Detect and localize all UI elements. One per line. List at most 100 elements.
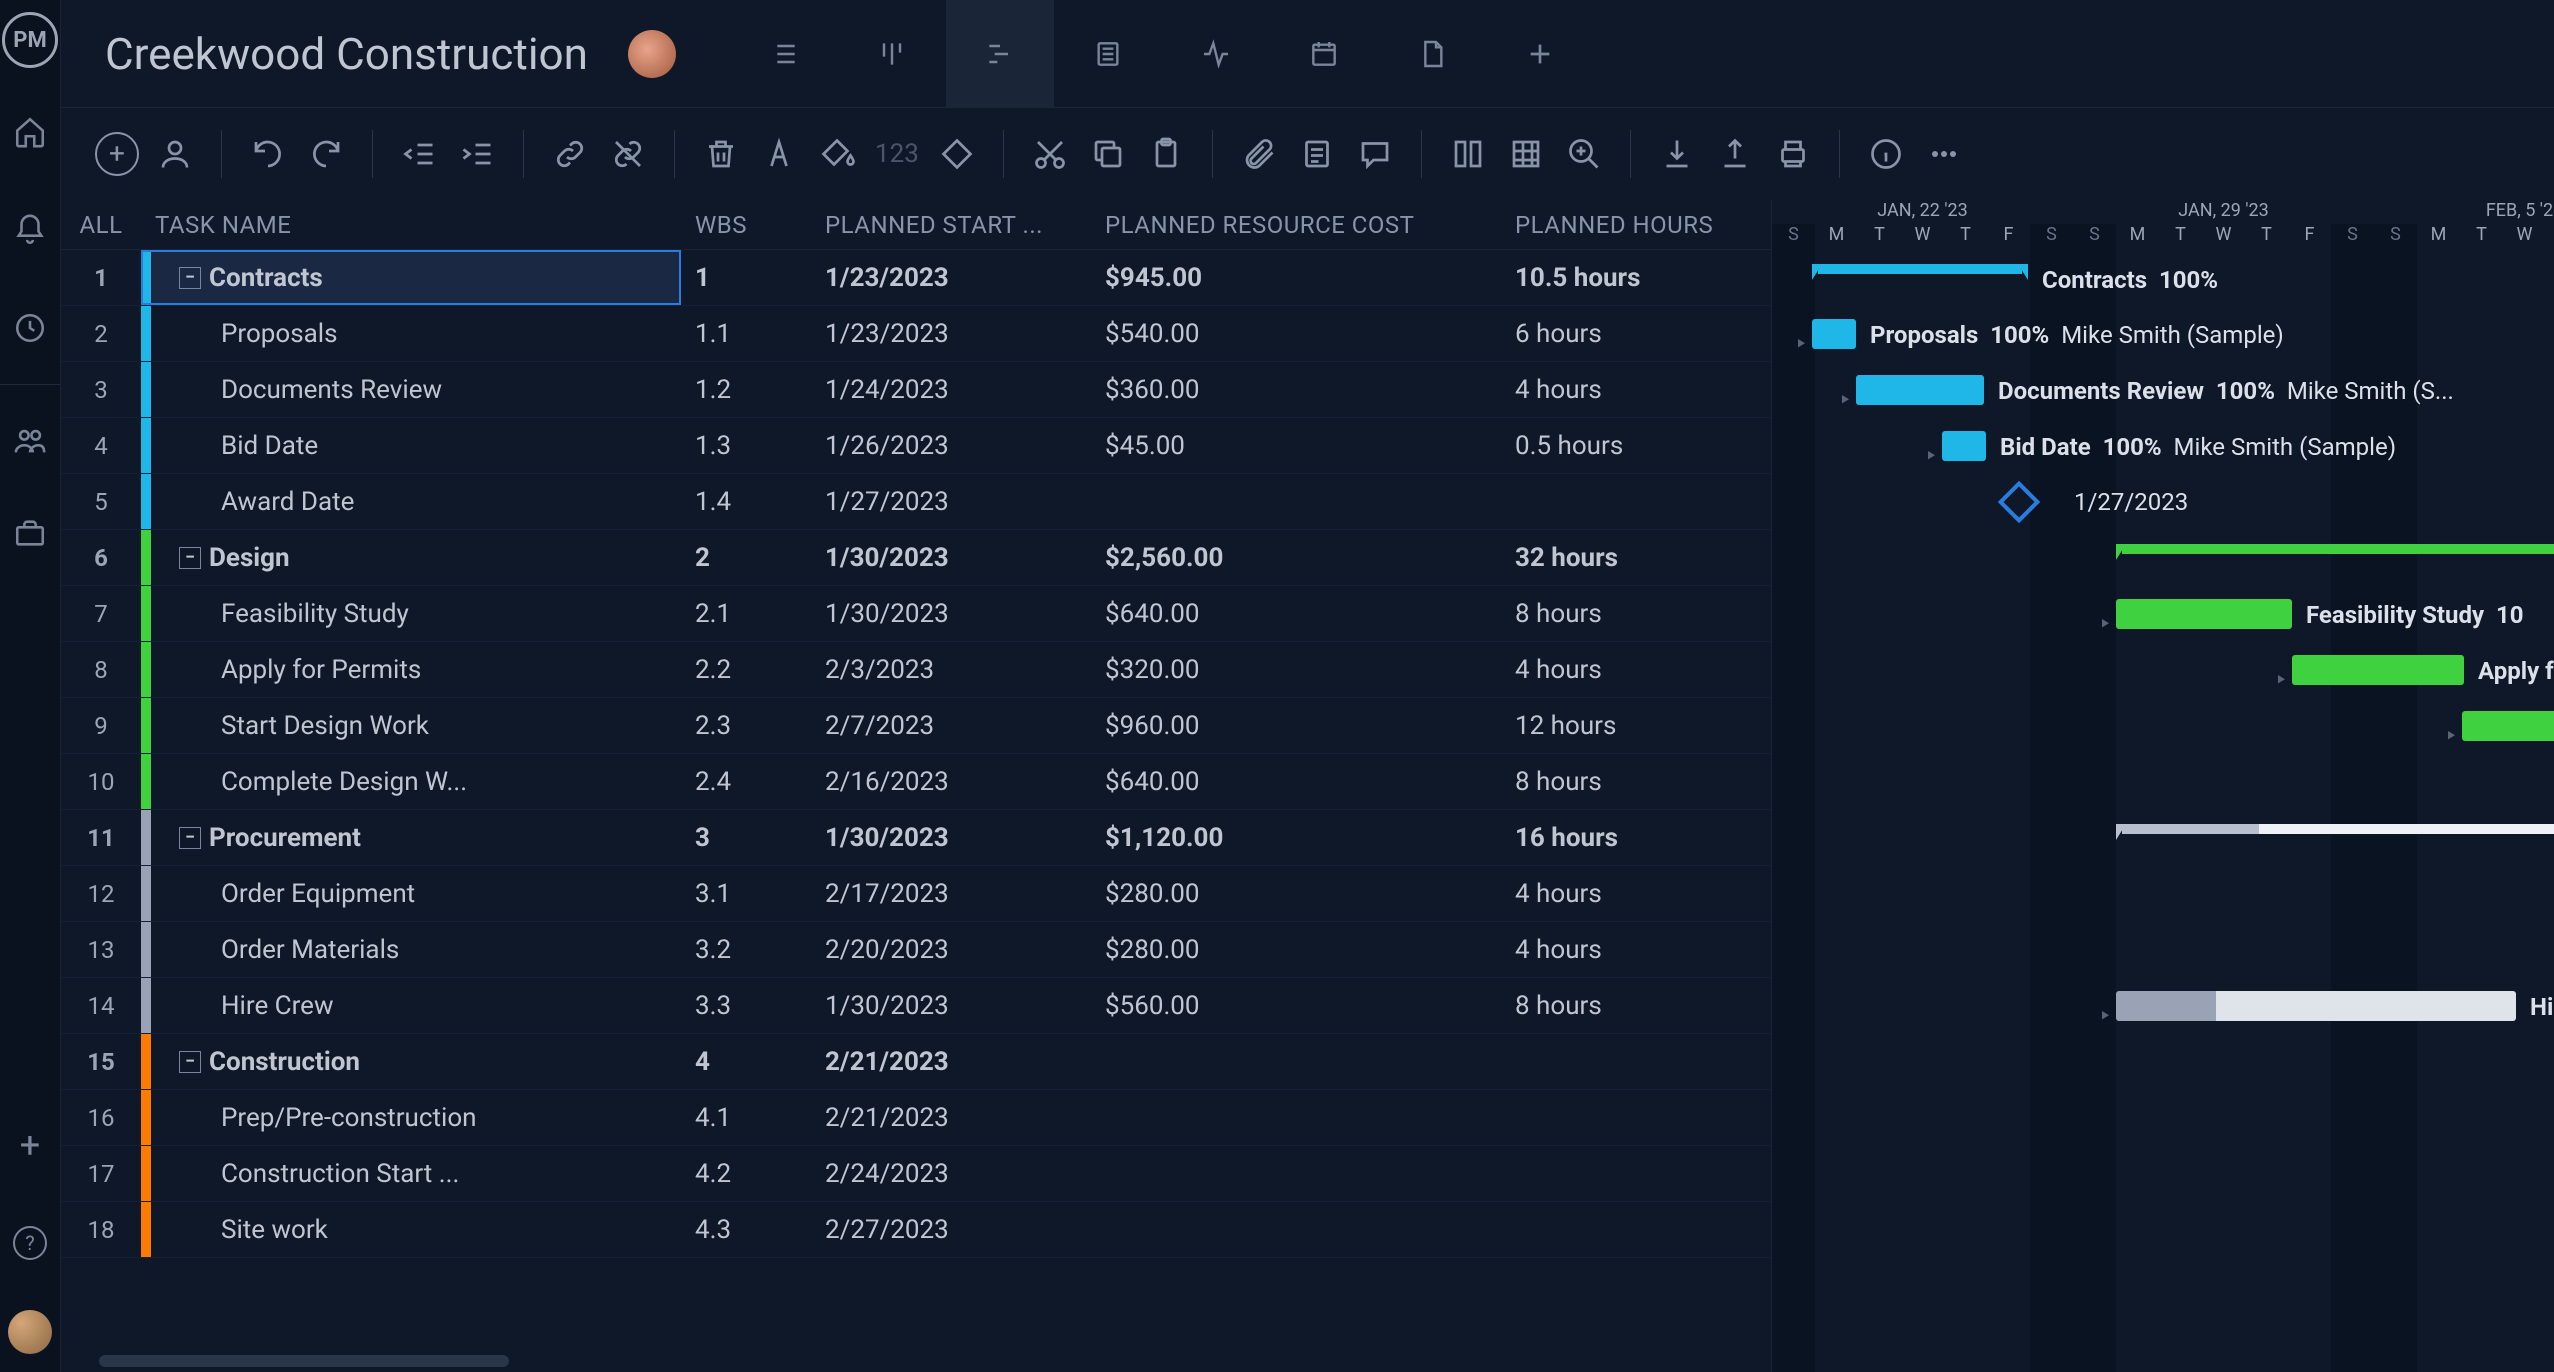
table-row[interactable]: 4Bid Date1.31/26/2023$45.000.5 hours	[61, 418, 1771, 474]
gantt-task-bar[interactable]: Feasibility Study 10	[2116, 599, 2292, 629]
hours-cell[interactable]: 8 hours	[1501, 767, 1761, 797]
wbs-cell[interactable]: 4.3	[681, 1215, 811, 1245]
hours-cell[interactable]: 32 hours	[1501, 543, 1761, 573]
gantt-summary-bar[interactable]: Contracts 100%	[1812, 264, 2028, 280]
table-row[interactable]: 3Documents Review1.21/24/2023$360.004 ho…	[61, 362, 1771, 418]
horizontal-scrollbar[interactable]	[61, 1350, 1771, 1372]
task-name-cell[interactable]: Prep/Pre-construction	[141, 1090, 681, 1145]
home-icon[interactable]	[8, 110, 52, 154]
cost-cell[interactable]: $640.00	[1091, 599, 1501, 629]
gantt-task-bar[interactable]	[2462, 711, 2554, 741]
task-name-cell[interactable]: −Procurement	[141, 810, 681, 865]
task-name-cell[interactable]: Start Design Work	[141, 698, 681, 753]
cost-cell[interactable]: $280.00	[1091, 935, 1501, 965]
table-row[interactable]: 6−Design21/30/2023$2,560.0032 hours	[61, 530, 1771, 586]
start-cell[interactable]: 2/17/2023	[811, 879, 1091, 909]
cut-button[interactable]	[1024, 128, 1076, 180]
task-name-cell[interactable]: Documents Review	[141, 362, 681, 417]
cost-cell[interactable]: $280.00	[1091, 879, 1501, 909]
task-name-cell[interactable]: Award Date	[141, 474, 681, 529]
attach-button[interactable]	[1233, 128, 1285, 180]
start-cell[interactable]: 2/3/2023	[811, 655, 1091, 685]
hours-cell[interactable]: 0.5 hours	[1501, 431, 1761, 461]
task-name-cell[interactable]: Order Materials	[141, 922, 681, 977]
cost-cell[interactable]: $945.00	[1091, 263, 1501, 293]
wbs-cell[interactable]: 2.3	[681, 711, 811, 741]
view-list-icon[interactable]	[730, 0, 838, 108]
undo-button[interactable]	[242, 128, 294, 180]
table-row[interactable]: 5Award Date1.41/27/2023	[61, 474, 1771, 530]
fill-color-button[interactable]	[811, 128, 863, 180]
team-icon[interactable]	[8, 419, 52, 463]
redo-button[interactable]	[300, 128, 352, 180]
more-button[interactable]	[1918, 128, 1970, 180]
wbs-cell[interactable]: 1.2	[681, 375, 811, 405]
wbs-cell[interactable]: 1.1	[681, 319, 811, 349]
hours-cell[interactable]: 4 hours	[1501, 655, 1761, 685]
start-cell[interactable]: 1/23/2023	[811, 263, 1091, 293]
wbs-cell[interactable]: 3.3	[681, 991, 811, 1021]
cost-cell[interactable]: $960.00	[1091, 711, 1501, 741]
cost-cell[interactable]: $640.00	[1091, 767, 1501, 797]
cost-cell[interactable]: $2,560.00	[1091, 543, 1501, 573]
table-row[interactable]: 8Apply for Permits2.22/3/2023$320.004 ho…	[61, 642, 1771, 698]
column-header-hours[interactable]: PLANNED HOURS	[1501, 211, 1761, 239]
table-row[interactable]: 2Proposals1.11/23/2023$540.006 hours	[61, 306, 1771, 362]
grid-button[interactable]	[1500, 128, 1552, 180]
add-task-button[interactable]: +	[91, 128, 143, 180]
wbs-cell[interactable]: 1.3	[681, 431, 811, 461]
column-header-all[interactable]: ALL	[61, 211, 141, 239]
start-cell[interactable]: 1/30/2023	[811, 823, 1091, 853]
start-cell[interactable]: 1/27/2023	[811, 487, 1091, 517]
notifications-icon[interactable]	[8, 208, 52, 252]
add-project-button[interactable]: +	[20, 1124, 40, 1166]
gantt-task-bar[interactable]: Proposals 100% Mike Smith (Sample)	[1812, 319, 1856, 349]
start-cell[interactable]: 2/27/2023	[811, 1215, 1091, 1245]
wbs-cell[interactable]: 3	[681, 823, 811, 853]
project-avatar[interactable]	[628, 30, 676, 78]
assignee-button[interactable]	[149, 128, 201, 180]
comments-button[interactable]	[1349, 128, 1401, 180]
column-header-name[interactable]: TASK NAME	[141, 211, 681, 239]
start-cell[interactable]: 2/21/2023	[811, 1047, 1091, 1077]
hours-cell[interactable]: 4 hours	[1501, 375, 1761, 405]
user-avatar[interactable]	[8, 1310, 52, 1354]
view-gantt-icon[interactable]	[946, 0, 1054, 108]
table-row[interactable]: 9Start Design Work2.32/7/2023$960.0012 h…	[61, 698, 1771, 754]
table-row[interactable]: 1−Contracts11/23/2023$945.0010.5 hours	[61, 250, 1771, 306]
link-button[interactable]	[544, 128, 596, 180]
gantt-summary-bar[interactable]	[2116, 824, 2554, 840]
cost-cell[interactable]: $1,120.00	[1091, 823, 1501, 853]
collapse-icon[interactable]: −	[179, 267, 201, 289]
add-view-button[interactable]	[1486, 0, 1594, 108]
start-cell[interactable]: 2/21/2023	[811, 1103, 1091, 1133]
wbs-cell[interactable]: 4.1	[681, 1103, 811, 1133]
gantt-task-bar[interactable]: Apply f	[2292, 655, 2464, 685]
column-header-wbs[interactable]: WBS	[681, 211, 811, 239]
start-cell[interactable]: 1/26/2023	[811, 431, 1091, 461]
wbs-cell[interactable]: 2.2	[681, 655, 811, 685]
cost-cell[interactable]: $320.00	[1091, 655, 1501, 685]
hours-cell[interactable]: 8 hours	[1501, 991, 1761, 1021]
start-cell[interactable]: 1/30/2023	[811, 991, 1091, 1021]
wbs-cell[interactable]: 1.4	[681, 487, 811, 517]
table-row[interactable]: 15−Construction42/21/2023	[61, 1034, 1771, 1090]
start-cell[interactable]: 2/20/2023	[811, 935, 1091, 965]
table-row[interactable]: 16Prep/Pre-construction4.12/21/2023	[61, 1090, 1771, 1146]
start-cell[interactable]: 2/7/2023	[811, 711, 1091, 741]
wbs-cell[interactable]: 2.4	[681, 767, 811, 797]
task-name-cell[interactable]: Complete Design W...	[141, 754, 681, 809]
task-name-cell[interactable]: Bid Date	[141, 418, 681, 473]
gantt-task-bar[interactable]: Hire	[2116, 991, 2516, 1021]
table-row[interactable]: 7Feasibility Study2.11/30/2023$640.008 h…	[61, 586, 1771, 642]
task-name-cell[interactable]: Proposals	[141, 306, 681, 361]
column-header-cost[interactable]: PLANNED RESOURCE COST	[1091, 211, 1501, 239]
wbs-cell[interactable]: 4	[681, 1047, 811, 1077]
delete-button[interactable]	[695, 128, 747, 180]
wbs-cell[interactable]: 4.2	[681, 1159, 811, 1189]
export-button[interactable]	[1709, 128, 1761, 180]
import-button[interactable]	[1651, 128, 1703, 180]
gantt-summary-bar[interactable]	[2116, 544, 2554, 560]
outdent-button[interactable]	[393, 128, 445, 180]
table-row[interactable]: 17Construction Start ...4.22/24/2023	[61, 1146, 1771, 1202]
